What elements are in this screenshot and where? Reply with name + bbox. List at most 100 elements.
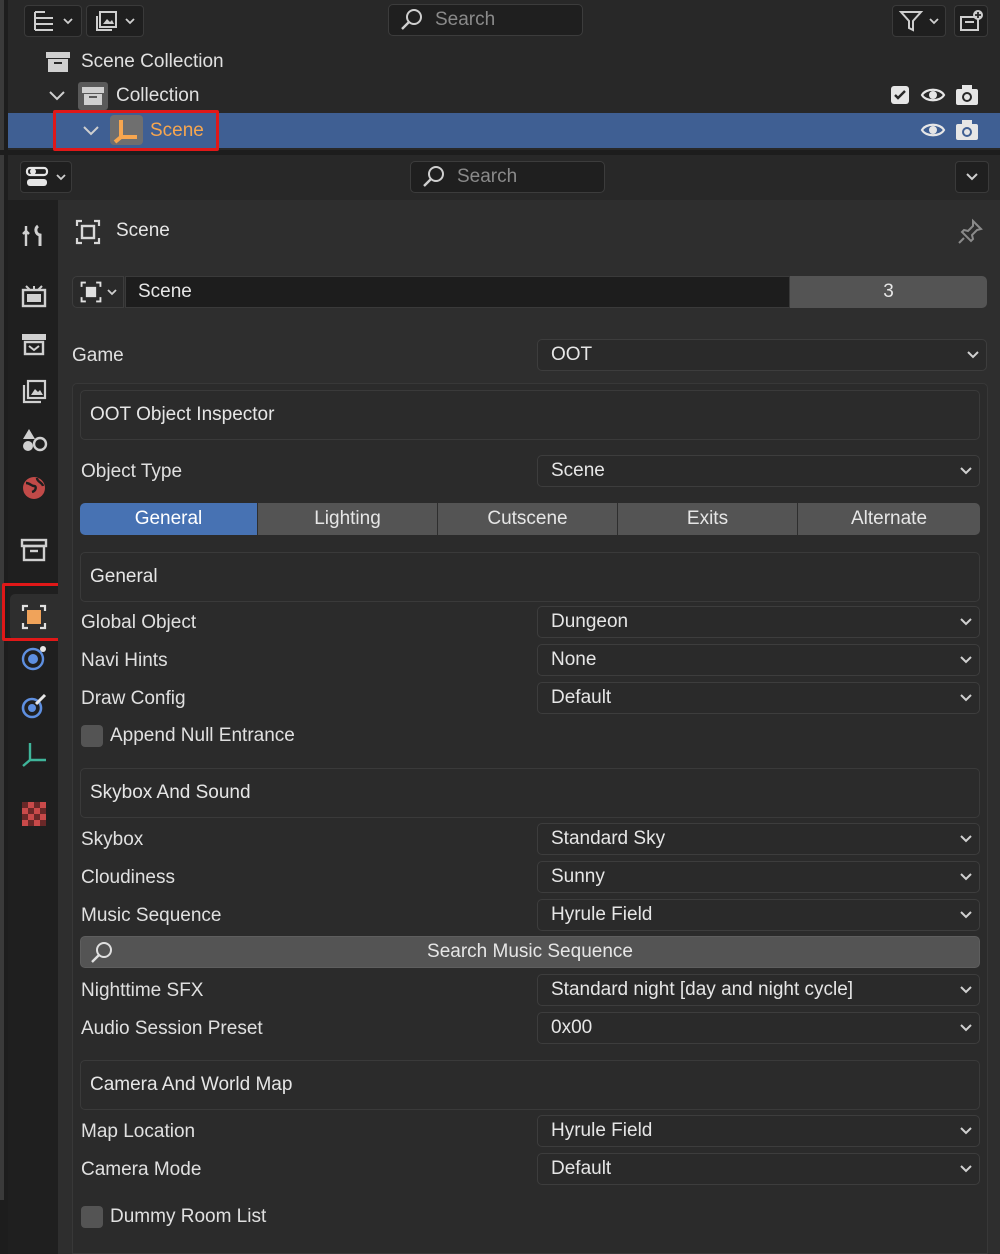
search-icon <box>399 7 425 33</box>
music-sequence-dropdown[interactable]: Hyrule Field <box>537 899 980 931</box>
camera-icon[interactable] <box>954 83 980 107</box>
cloudiness-value: Sunny <box>551 866 605 887</box>
texture-tab[interactable] <box>18 798 50 830</box>
context-title: Scene <box>116 220 170 241</box>
eye-icon[interactable] <box>920 119 946 141</box>
scene-tab[interactable] <box>18 424 50 456</box>
general-title: General <box>90 566 158 587</box>
exclude-checkbox-icon[interactable] <box>890 85 910 105</box>
chevron-down-icon <box>124 15 136 27</box>
eye-icon[interactable] <box>920 84 946 106</box>
chevron-down-icon[interactable] <box>48 88 66 104</box>
datablock-name: Scene <box>138 281 192 302</box>
tree-item-scene-collection[interactable]: Scene Collection <box>8 45 1000 79</box>
pin-icon[interactable] <box>956 218 984 246</box>
editor-type-button[interactable] <box>24 5 82 37</box>
append-null-entrance-checkbox[interactable] <box>81 725 103 747</box>
properties-options-button[interactable] <box>955 161 989 193</box>
draw-config-label: Draw Config <box>81 688 186 709</box>
audio-session-preset-dropdown[interactable]: 0x00 <box>537 1012 980 1044</box>
tree-item-collection[interactable]: Collection <box>8 79 1000 113</box>
datablock-browse-button[interactable] <box>72 276 124 308</box>
object-icon <box>79 280 103 304</box>
printer-icon <box>20 330 48 358</box>
outliner-search-input[interactable]: Search <box>388 4 583 36</box>
inspector-tabs: General Lighting Cutscene Exits Alternat… <box>80 503 980 535</box>
tab-general[interactable]: General <box>80 503 258 535</box>
cloudiness-dropdown[interactable]: Sunny <box>537 861 980 893</box>
chevron-down-icon <box>928 15 940 27</box>
dummy-room-list-checkbox[interactable] <box>81 1206 103 1228</box>
view-layer-tab[interactable] <box>18 376 50 408</box>
chevron-down-icon <box>965 171 979 183</box>
chevron-down-icon[interactable] <box>82 123 100 139</box>
tool-tab[interactable] <box>18 220 50 252</box>
empty-object-icon <box>110 115 143 145</box>
nighttime-sfx-dropdown[interactable]: Standard night [day and night cycle] <box>537 974 980 1006</box>
tab-exits[interactable]: Exits <box>618 503 798 535</box>
chevron-down-icon <box>106 286 118 298</box>
checker-texture-icon <box>20 800 48 828</box>
general-header[interactable]: General <box>80 552 980 602</box>
object-type-dropdown[interactable]: Scene <box>537 455 980 487</box>
map-location-dropdown[interactable]: Hyrule Field <box>537 1115 980 1147</box>
game-dropdown[interactable]: OOT <box>537 339 987 371</box>
skybox-dropdown[interactable]: Standard Sky <box>537 823 980 855</box>
filter-icon <box>898 9 924 33</box>
object-icon <box>20 603 48 631</box>
nighttime-sfx-value: Standard night [day and night cycle] <box>551 979 854 1000</box>
camera-mode-dropdown[interactable]: Default <box>537 1153 980 1185</box>
chevron-down-icon <box>959 1125 973 1137</box>
object-tab-active[interactable] <box>10 594 58 640</box>
camera-world-map-header[interactable]: Camera And World Map <box>80 1060 980 1110</box>
global-object-dropdown[interactable]: Dungeon <box>537 606 980 638</box>
properties-editor-type-button[interactable] <box>20 161 72 193</box>
object-icon <box>74 218 102 246</box>
camera-mode-label: Camera Mode <box>81 1159 202 1180</box>
properties-editor-icon <box>25 165 51 189</box>
constraints-tab[interactable] <box>18 690 50 722</box>
properties-search-input[interactable]: Search <box>410 161 605 193</box>
output-tab[interactable] <box>18 328 50 360</box>
display-mode-button[interactable] <box>86 5 144 37</box>
collection-box-icon <box>45 50 71 74</box>
skybox-sound-header[interactable]: Skybox And Sound <box>80 768 980 818</box>
datablock-users-count: 3 <box>883 281 894 302</box>
physics-tab[interactable] <box>18 642 50 674</box>
draw-config-dropdown[interactable]: Default <box>537 682 980 714</box>
music-sequence-label: Music Sequence <box>81 905 222 926</box>
audio-session-preset-label: Audio Session Preset <box>81 1018 263 1039</box>
constraint-icon <box>20 692 48 720</box>
tree-item-scene[interactable]: Scene <box>8 113 1000 148</box>
camera-icon[interactable] <box>954 118 980 142</box>
datablock-name-field[interactable]: Scene <box>125 276 790 308</box>
new-collection-button[interactable] <box>954 5 988 37</box>
camera-mode-value: Default <box>551 1158 612 1179</box>
search-music-sequence-button[interactable]: Search Music Sequence <box>80 936 980 968</box>
render-tab[interactable] <box>18 280 50 312</box>
data-tab[interactable] <box>18 738 50 770</box>
draw-config-value: Default <box>551 687 612 708</box>
chevron-down-icon <box>959 871 973 883</box>
tree-item-label: Scene <box>150 119 204 141</box>
inspector-header[interactable]: OOT Object Inspector <box>80 390 980 440</box>
chevron-down-icon <box>959 984 973 996</box>
tab-lighting[interactable]: Lighting <box>258 503 438 535</box>
chevron-down-icon <box>959 833 973 845</box>
filter-button[interactable] <box>892 5 946 37</box>
scene-shapes-icon <box>20 426 48 454</box>
game-value: OOT <box>551 344 593 365</box>
skybox-sound-title: Skybox And Sound <box>90 782 251 803</box>
datablock-users-button[interactable]: 3 <box>790 276 987 308</box>
properties-scrollbar[interactable] <box>0 155 4 1200</box>
collection-tab[interactable] <box>18 534 50 566</box>
navi-hints-dropdown[interactable]: None <box>537 644 980 676</box>
world-tab[interactable] <box>18 472 50 504</box>
outliner-scrollbar[interactable] <box>0 0 4 150</box>
camera-world-map-title: Camera And World Map <box>90 1074 293 1095</box>
inspector-title: OOT Object Inspector <box>90 404 275 425</box>
tab-cutscene[interactable]: Cutscene <box>438 503 618 535</box>
new-collection-icon <box>958 9 984 33</box>
tab-alternate[interactable]: Alternate <box>798 503 980 535</box>
append-null-entrance-label: Append Null Entrance <box>110 725 295 746</box>
